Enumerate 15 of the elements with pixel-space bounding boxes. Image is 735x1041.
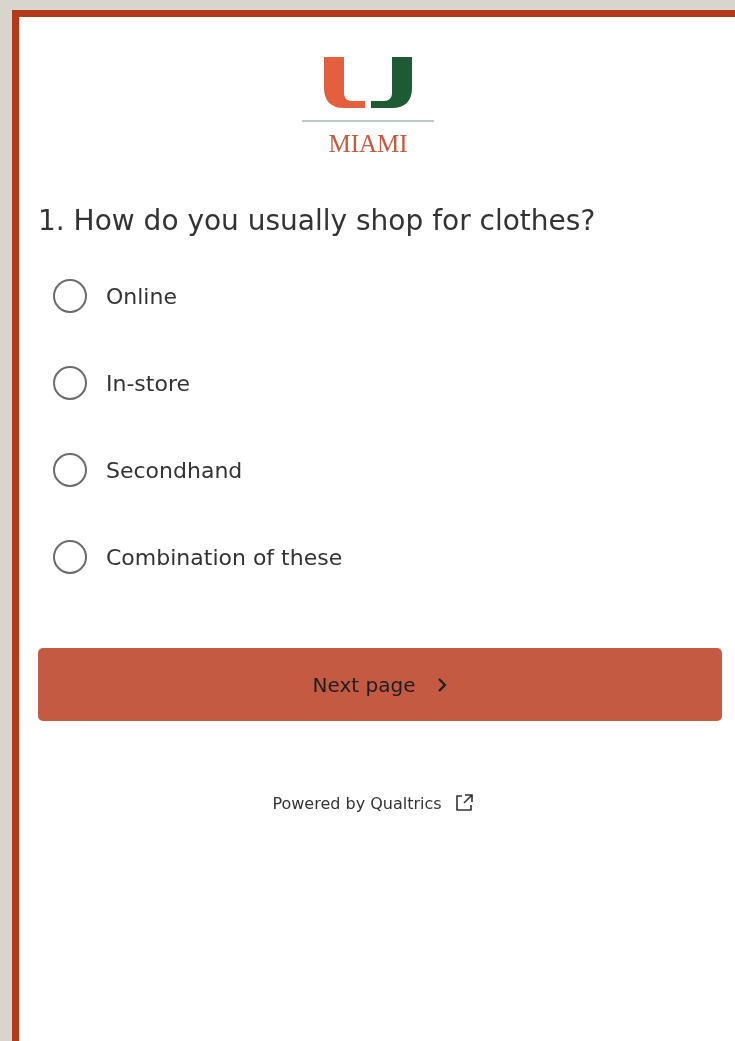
radio-button[interactable] [53, 453, 87, 487]
option-label: Combination of these [106, 544, 343, 570]
u-logo-icon [322, 55, 414, 109]
logo-wordmark: MIAMI [328, 130, 408, 158]
option-label: Secondhand [106, 457, 243, 483]
question-text: 1. How do you usually shop for clothes? [38, 203, 597, 239]
radio-button[interactable] [53, 540, 87, 574]
powered-by-text: Powered by Qualtrics [272, 793, 442, 813]
option-label: Online [106, 283, 177, 309]
external-link-icon[interactable] [453, 793, 474, 813]
next-page-button[interactable]: Next page [38, 648, 722, 721]
radio-button[interactable] [53, 279, 87, 313]
radio-button[interactable] [53, 366, 87, 400]
option-label: In-store [106, 370, 190, 396]
chevron-right-icon [437, 676, 448, 693]
